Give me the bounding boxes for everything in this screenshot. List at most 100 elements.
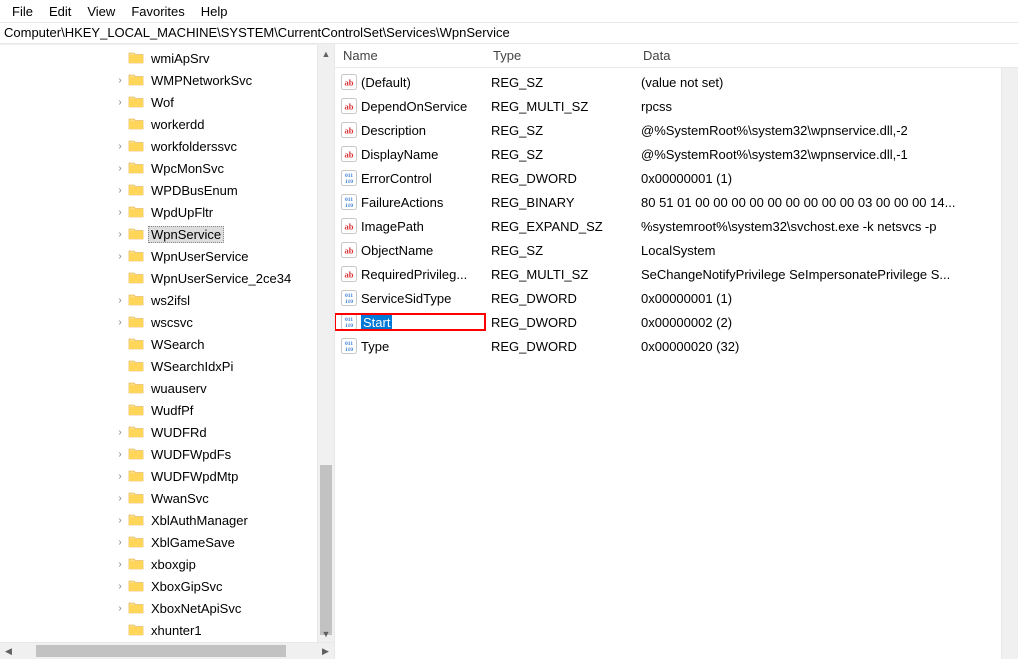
list-vertical-scrollbar[interactable] [1001, 68, 1018, 659]
chevron-right-icon[interactable]: › [112, 534, 128, 550]
value-type: REG_SZ [485, 147, 635, 162]
reg-binary-icon [341, 314, 357, 330]
tree-item[interactable]: ›WSearch [0, 333, 334, 355]
chevron-right-icon[interactable]: › [112, 468, 128, 484]
tree-scroll: ›wmiApSrv › WMPNetworkSvc ›Wof›workerdd›wor… [0, 44, 334, 642]
folder-icon [128, 292, 144, 308]
value-name-cell[interactable]: ErrorControl [335, 170, 485, 186]
tree-item[interactable]: ›WpnUserService [0, 245, 334, 267]
chevron-right-icon[interactable]: › [112, 314, 128, 330]
reg-string-icon [341, 266, 357, 282]
folder-icon [128, 336, 144, 352]
tree-item[interactable]: ›WudfPf [0, 399, 334, 421]
menu-view[interactable]: View [79, 2, 123, 21]
tree-item[interactable]: ›wscsvc [0, 311, 334, 333]
scroll-thumb[interactable] [320, 465, 332, 635]
folder-icon [128, 490, 144, 506]
chevron-right-icon[interactable]: › [112, 446, 128, 462]
chevron-right-icon[interactable]: › [112, 204, 128, 220]
tree-item[interactable]: ›WSearchIdxPi [0, 355, 334, 377]
value-data: 80 51 01 00 00 00 00 00 00 00 00 00 03 0… [635, 195, 1018, 210]
value-name-cell[interactable]: Start [335, 314, 485, 330]
tree-item[interactable]: ›wmiApSrv [0, 47, 334, 69]
chevron-right-icon[interactable]: › [112, 72, 128, 88]
registry-value-row[interactable]: ServiceSidTypeREG_DWORD0x00000001 (1) [335, 286, 1018, 310]
tree-item[interactable]: ›workfolderssvc [0, 135, 334, 157]
tree-item[interactable]: ›ws2ifsl [0, 289, 334, 311]
value-name-cell[interactable]: DependOnService [335, 98, 485, 114]
tree-item[interactable]: ›WpnUserService_2ce34 [0, 267, 334, 289]
registry-value-row[interactable]: DependOnServiceREG_MULTI_SZrpcss [335, 94, 1018, 118]
tree-item[interactable]: ›workerdd [0, 113, 334, 135]
tree-item[interactable]: ›WUDFWpdMtp [0, 465, 334, 487]
value-name-cell[interactable]: DisplayName [335, 146, 485, 162]
value-name-cell[interactable]: ImagePath [335, 218, 485, 234]
chevron-right-icon[interactable]: › [112, 490, 128, 506]
menu-favorites[interactable]: Favorites [123, 2, 192, 21]
scroll-up-arrow-icon[interactable]: ▲ [318, 45, 334, 62]
tree-item[interactable]: ›XboxGipSvc [0, 575, 334, 597]
chevron-right-icon[interactable]: › [112, 138, 128, 154]
value-name-cell[interactable]: (Default) [335, 74, 485, 90]
registry-value-row[interactable]: StartREG_DWORD0x00000002 (2) [335, 310, 1018, 334]
value-name: DisplayName [361, 147, 479, 162]
scroll-left-arrow-icon[interactable]: ◀ [0, 643, 17, 659]
chevron-right-icon[interactable]: › [112, 226, 128, 242]
chevron-right-icon[interactable]: › [112, 94, 128, 110]
scroll-right-arrow-icon[interactable]: ▶ [317, 643, 334, 659]
registry-value-row[interactable]: ImagePathREG_EXPAND_SZ%systemroot%\syste… [335, 214, 1018, 238]
tree-horizontal-scrollbar[interactable]: ◀ ▶ [0, 642, 334, 659]
tree-item[interactable]: ›WpnService [0, 223, 334, 245]
chevron-right-icon[interactable]: › [112, 248, 128, 264]
registry-value-row[interactable]: (Default)REG_SZ(value not set) [335, 70, 1018, 94]
tree-item-label: WMPNetworkSvc [148, 72, 255, 89]
registry-value-row[interactable]: RequiredPrivileg...REG_MULTI_SZSeChangeN… [335, 262, 1018, 286]
tree-item[interactable]: ›XboxNetApiSvc [0, 597, 334, 619]
tree-item[interactable]: ›xhunter1 [0, 619, 334, 641]
tree-item[interactable]: › WMPNetworkSvc [0, 69, 334, 91]
menu-edit[interactable]: Edit [41, 2, 79, 21]
chevron-right-icon[interactable]: › [112, 292, 128, 308]
column-header-name[interactable]: Name [335, 45, 485, 66]
tree-item[interactable]: ›WUDFRd [0, 421, 334, 443]
tree-item[interactable]: ›XblAuthManager [0, 509, 334, 531]
column-header-type[interactable]: Type [485, 45, 635, 66]
chevron-right-icon[interactable]: › [112, 600, 128, 616]
tree-item[interactable]: ›WUDFWpdFs [0, 443, 334, 465]
tree-item[interactable]: ›xboxgip [0, 553, 334, 575]
tree-item[interactable]: ›WwanSvc [0, 487, 334, 509]
tree-item[interactable]: ›Wof [0, 91, 334, 113]
address-bar[interactable]: Computer\HKEY_LOCAL_MACHINE\SYSTEM\Curre… [0, 22, 1018, 44]
registry-value-row[interactable]: TypeREG_DWORD0x00000020 (32) [335, 334, 1018, 358]
folder-icon [128, 468, 144, 484]
registry-value-row[interactable]: ErrorControlREG_DWORD0x00000001 (1) [335, 166, 1018, 190]
tree-item[interactable]: ›WpdUpFltr [0, 201, 334, 223]
chevron-right-icon[interactable]: › [112, 578, 128, 594]
tree-item[interactable]: ›WpcMonSvc [0, 157, 334, 179]
registry-value-row[interactable]: DescriptionREG_SZ@%SystemRoot%\system32\… [335, 118, 1018, 142]
tree-item[interactable]: ›WPDBusEnum [0, 179, 334, 201]
value-name-cell[interactable]: RequiredPrivileg... [335, 266, 485, 282]
chevron-right-icon[interactable]: › [112, 556, 128, 572]
chevron-right-icon[interactable]: › [112, 160, 128, 176]
chevron-right-icon[interactable]: › [112, 424, 128, 440]
chevron-right-icon[interactable]: › [112, 182, 128, 198]
menu-help[interactable]: Help [193, 2, 236, 21]
tree-item[interactable]: ›XblGameSave [0, 531, 334, 553]
registry-value-row[interactable]: ObjectNameREG_SZLocalSystem [335, 238, 1018, 262]
tree-vertical-scrollbar[interactable]: ▲ ▼ [317, 45, 334, 642]
registry-value-row[interactable]: DisplayNameREG_SZ@%SystemRoot%\system32\… [335, 142, 1018, 166]
column-header-data[interactable]: Data [635, 45, 1018, 66]
value-data: rpcss [635, 99, 1018, 114]
menu-file[interactable]: File [4, 2, 41, 21]
scroll-thumb[interactable] [36, 645, 286, 657]
value-name-cell[interactable]: ObjectName [335, 242, 485, 258]
registry-value-row[interactable]: FailureActionsREG_BINARY80 51 01 00 00 0… [335, 190, 1018, 214]
value-name-cell[interactable]: FailureActions [335, 194, 485, 210]
scroll-down-arrow-icon[interactable]: ▼ [318, 625, 334, 642]
value-name-cell[interactable]: ServiceSidType [335, 290, 485, 306]
chevron-right-icon[interactable]: › [112, 512, 128, 528]
tree-item[interactable]: ›wuauserv [0, 377, 334, 399]
value-name-cell[interactable]: Description [335, 122, 485, 138]
value-name-cell[interactable]: Type [335, 338, 485, 354]
